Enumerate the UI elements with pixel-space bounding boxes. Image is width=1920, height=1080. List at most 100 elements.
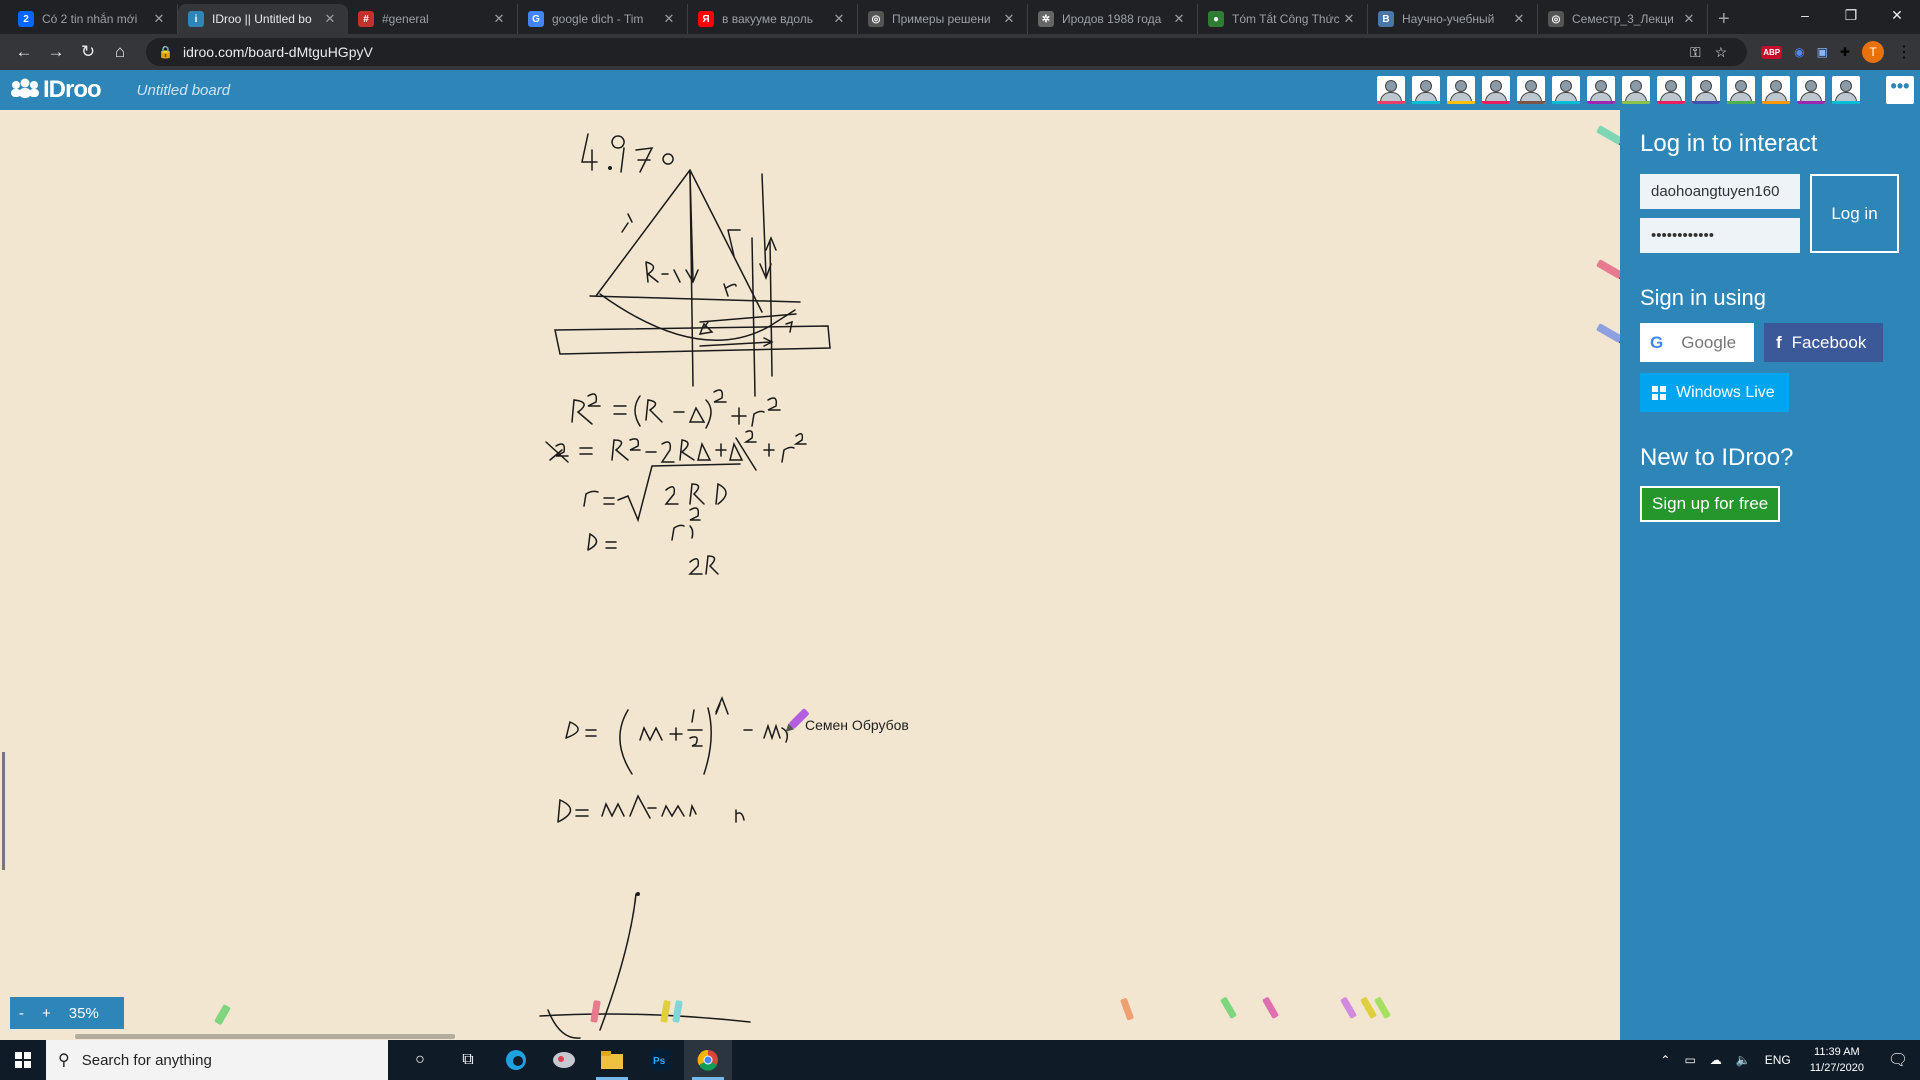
app-icon[interactable] — [540, 1040, 588, 1080]
login-title: Log in to interact — [1640, 130, 1818, 157]
close-tab-icon[interactable]: ✕ — [661, 11, 677, 27]
browser-tab[interactable]: ● Tóm Tắt Công Thức ✕ — [1198, 4, 1368, 34]
close-tab-icon[interactable]: ✕ — [1341, 11, 1357, 27]
browser-tab[interactable]: ◎ Примеры решени ✕ — [858, 4, 1028, 34]
whiteboard-canvas[interactable]: Семен Обрубов - + 35% — [0, 110, 1620, 1040]
app-menu-button[interactable]: ••• — [1886, 76, 1914, 104]
close-window-icon[interactable]: ✕ — [1874, 0, 1920, 30]
close-tab-icon[interactable]: ✕ — [1511, 11, 1527, 27]
browser-tab[interactable]: В Научно-учебный ✕ — [1368, 4, 1538, 34]
new-user-title: New to IDroo? — [1640, 444, 1794, 471]
zalo-icon: 2 — [18, 11, 34, 27]
participant-avatar[interactable] — [1482, 76, 1510, 104]
participant-avatar[interactable] — [1692, 76, 1720, 104]
start-button[interactable] — [0, 1040, 46, 1080]
bookmark-star-icon[interactable]: ☆ — [1715, 44, 1728, 61]
close-tab-icon[interactable]: ✕ — [831, 11, 847, 27]
idroo-logo[interactable]: IDroo — [10, 76, 102, 104]
back-icon[interactable]: ← — [8, 42, 40, 62]
close-tab-icon[interactable]: ✕ — [1171, 11, 1187, 27]
pencil-icon — [672, 1000, 683, 1023]
key-icon[interactable]: ⚿ — [1690, 44, 1701, 61]
google-icon: G — [528, 11, 544, 27]
username-field[interactable]: daohoangtuyen160 — [1640, 174, 1800, 209]
participant-avatar[interactable] — [1832, 76, 1860, 104]
chrome-icon[interactable] — [684, 1040, 732, 1080]
taskbar-search[interactable]: ⚲ Search for anything — [46, 1040, 388, 1080]
browser-toolbar: ← → ↻ ⌂ 🔒 idroo.com/board-dMtguHGpyV ⚿ ☆… — [0, 34, 1920, 70]
windows-taskbar: ⚲ Search for anything ○ ⧉ Ps ⌃ ▭ ☁ 🔈 ENG… — [0, 1040, 1920, 1080]
edge-icon[interactable] — [492, 1040, 540, 1080]
pencil-icon — [1596, 323, 1620, 344]
home-icon[interactable]: ⌂ — [104, 42, 136, 62]
browser-tab[interactable]: Ggoogle dich - Tim ✕ — [518, 4, 688, 34]
photoshop-icon[interactable]: Ps — [636, 1040, 684, 1080]
participant-avatar[interactable] — [1622, 76, 1650, 104]
language-indicator[interactable]: ENG — [1765, 1053, 1791, 1067]
tab-label: Семестр_3_Лекци — [1572, 12, 1674, 26]
participant-avatar[interactable] — [1727, 76, 1755, 104]
remote-cursors — [214, 125, 1620, 1025]
participant-avatar[interactable] — [1377, 76, 1405, 104]
browser-tab[interactable]: i IDroo || Untitled bo ✕ — [178, 4, 348, 34]
participant-avatars — [1377, 76, 1860, 104]
close-tab-icon[interactable]: ✕ — [1001, 11, 1017, 27]
participant-avatar[interactable] — [1447, 76, 1475, 104]
clock[interactable]: 11:39 AM 11/27/2020 — [1810, 1044, 1864, 1076]
participant-avatar[interactable] — [1587, 76, 1615, 104]
google-signin-button[interactable]: G Google — [1640, 323, 1754, 362]
volume-icon[interactable]: 🔈 — [1736, 1053, 1751, 1067]
puzzle-icon[interactable]: ✚ — [1840, 45, 1850, 59]
windows-live-signin-button[interactable]: Windows Live — [1640, 373, 1789, 412]
participant-avatar[interactable] — [1762, 76, 1790, 104]
kebab-menu-icon[interactable]: ⋮ — [1896, 42, 1912, 62]
cloud-icon[interactable]: ☁ — [1710, 1053, 1722, 1067]
adblock-icon[interactable]: ABP — [1761, 45, 1783, 59]
vertical-scrollbar[interactable] — [2, 752, 5, 870]
translate-icon[interactable]: ▣ — [1817, 45, 1828, 59]
horizontal-scrollbar[interactable] — [75, 1034, 455, 1039]
network-icon[interactable]: ▭ — [1684, 1053, 1695, 1067]
reload-icon[interactable]: ↻ — [72, 42, 104, 62]
forward-icon[interactable]: → — [40, 42, 72, 62]
close-tab-icon[interactable]: ✕ — [1681, 11, 1697, 27]
notification-icon[interactable]: 🗨 — [1883, 1050, 1913, 1070]
address-bar[interactable]: 🔒 idroo.com/board-dMtguHGpyV ⚿ ☆ — [146, 38, 1748, 66]
yandex-icon: Я — [698, 11, 714, 27]
task-view-icon[interactable]: ⧉ — [444, 1040, 492, 1080]
remote-user-label: Семен Обрубов — [805, 717, 909, 733]
signup-button[interactable]: Sign up for free — [1640, 486, 1781, 522]
participant-avatar[interactable] — [1517, 76, 1545, 104]
board-title[interactable]: Untitled board — [137, 82, 230, 99]
browser-tab[interactable]: # #general ✕ — [348, 4, 518, 34]
facebook-icon: f — [1776, 332, 1782, 352]
chevron-up-icon[interactable]: ⌃ — [1660, 1053, 1670, 1067]
profile-avatar[interactable]: T — [1862, 41, 1884, 63]
login-button[interactable]: Log in — [1810, 174, 1899, 253]
zoom-in-button[interactable]: + — [33, 1005, 60, 1022]
restore-icon[interactable]: ❐ — [1828, 0, 1874, 30]
minimize-icon[interactable]: – — [1782, 0, 1828, 30]
browser-tab[interactable]: ◎ Семестр_3_Лекци ✕ — [1538, 4, 1708, 34]
new-tab-button[interactable]: + — [1708, 4, 1740, 34]
close-tab-icon[interactable]: ✕ — [491, 11, 507, 27]
participant-avatar[interactable] — [1797, 76, 1825, 104]
participant-avatar[interactable] — [1552, 76, 1580, 104]
password-field[interactable]: •••••••••••• — [1640, 218, 1800, 253]
extension-shield-icon[interactable]: ◉ — [1794, 45, 1804, 59]
browser-tab[interactable]: Яв вакууме вдоль ✕ — [688, 4, 858, 34]
facebook-signin-button[interactable]: f Facebook — [1764, 323, 1883, 362]
file-explorer-icon[interactable] — [588, 1040, 636, 1080]
participant-avatar[interactable] — [1412, 76, 1440, 104]
zoom-out-button[interactable]: - — [10, 1005, 33, 1022]
browser-tab[interactable]: ✲ Иродов 1988 года ✕ — [1028, 4, 1198, 34]
site-icon: ● — [1208, 11, 1224, 27]
close-tab-icon[interactable]: ✕ — [322, 11, 338, 27]
cortana-icon[interactable]: ○ — [396, 1040, 444, 1080]
participant-avatar[interactable] — [1657, 76, 1685, 104]
vk-icon: В — [1378, 11, 1394, 27]
tab-label: Примеры решени — [892, 12, 991, 26]
lock-icon: 🔒 — [158, 45, 173, 59]
browser-tab[interactable]: 2 Có 2 tin nhắn mới ✕ — [8, 4, 178, 34]
close-tab-icon[interactable]: ✕ — [151, 11, 167, 27]
